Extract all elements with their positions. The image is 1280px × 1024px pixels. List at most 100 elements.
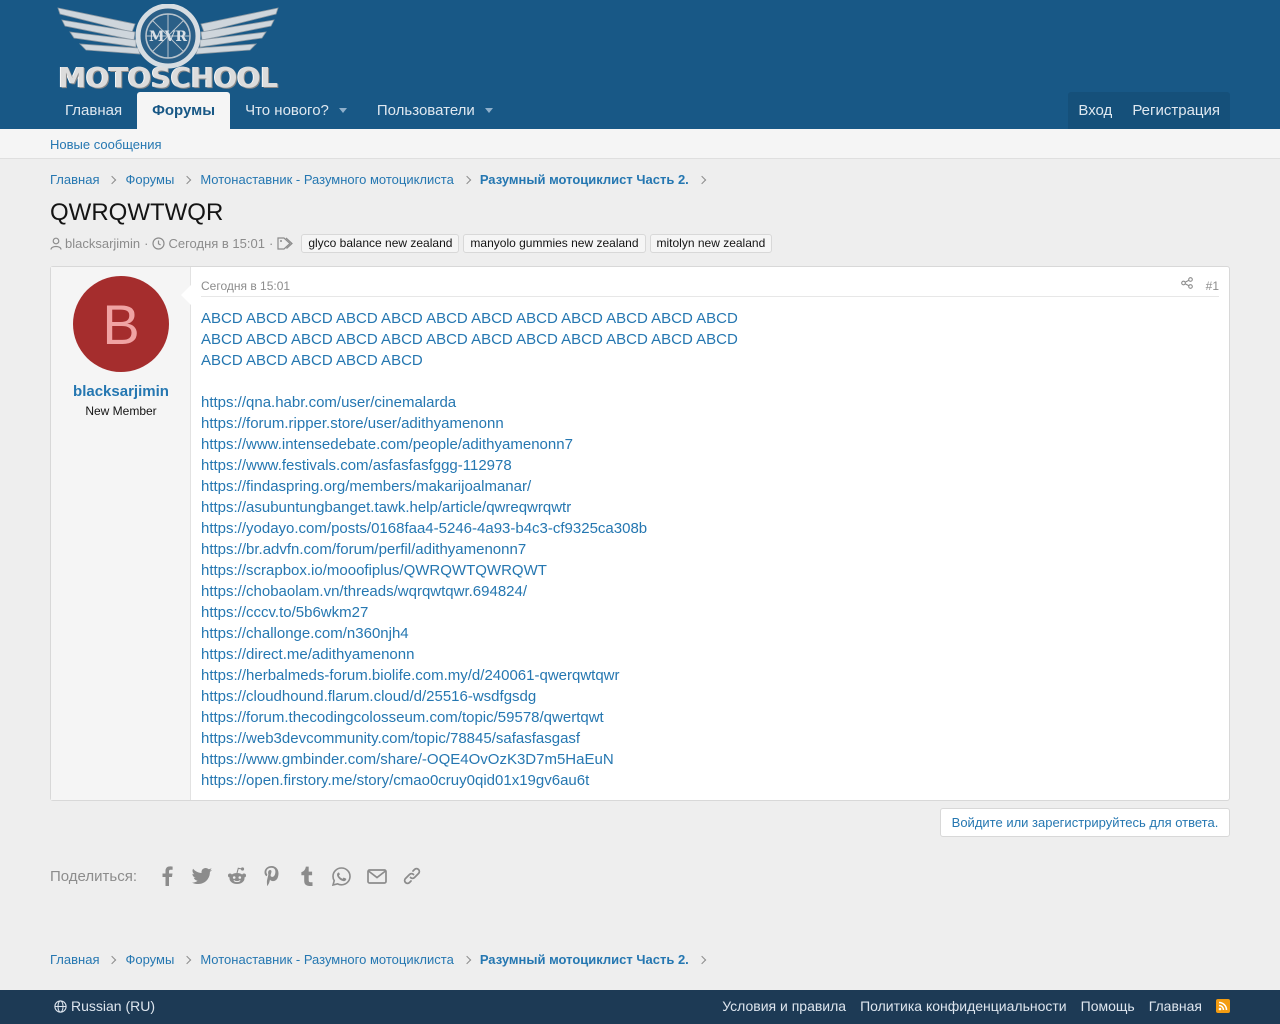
nav-tab-home[interactable]: Главная [50,92,137,129]
site-footer: Russian (RU) Условия и правила Политика … [0,990,1280,1024]
post-date[interactable]: Сегодня в 15:01 [201,279,290,293]
post-arrow [181,285,191,305]
chevron-right-icon [108,175,117,184]
thread-author-link[interactable]: blacksarjimin [65,236,140,251]
meta-separator: · [268,235,274,251]
thread-date-link[interactable]: Сегодня в 15:01 [168,236,264,251]
rss-icon[interactable] [1216,999,1230,1013]
nav-tab-users[interactable]: Пользователи [362,92,508,129]
post-link[interactable]: https://cloudhound.flarum.cloud/d/25516-… [201,686,1201,707]
pinterest-icon[interactable] [254,864,289,888]
nav-tab-forums-label: Форумы [152,102,216,119]
site-logo[interactable]: MVR MOTOSCHOOL [50,3,286,94]
post-link[interactable]: https://forum.ripper.store/user/adithyam… [201,413,1201,434]
meta-separator: · [144,235,149,251]
svg-text:MVR: MVR [149,29,187,45]
register-button[interactable]: Регистрация [1122,92,1230,129]
clock-icon [152,236,166,250]
user-icon [50,237,62,250]
breadcrumb: Главная Форумы Мотонаставник - Разумного… [50,172,715,187]
facebook-icon[interactable] [149,864,184,888]
footer-link-help[interactable]: Помощь [1081,998,1135,1014]
chevron-right-icon [462,955,472,964]
login-to-reply-button[interactable]: Войдите или зарегистрируйтесь для ответа… [940,808,1230,837]
tumblr-icon[interactable] [289,864,324,888]
thread-meta: blacksarjimin · Сегодня в 15:01 · glyco … [50,233,773,253]
post-body: ABCD ABCD ABCD ABCD ABCD ABCD ABCD ABCD … [201,308,1201,791]
whatsapp-icon[interactable] [324,864,359,888]
breadcrumb-category[interactable]: Мотонаставник - Разумного мотоциклиста [200,172,453,187]
chevron-right-icon [183,175,192,184]
post-link[interactable]: https://direct.me/adithyamenonn [201,644,1201,665]
nav-tab-forums[interactable]: Форумы [137,92,231,129]
language-chooser[interactable]: Russian (RU) [54,998,155,1014]
post-link[interactable]: https://qna.habr.com/user/cinemalarda [201,392,1201,413]
post-link[interactable]: https://web3devcommunity.com/topic/78845… [201,728,1201,749]
post-links: https://qna.habr.com/user/cinemalarda ht… [201,392,1201,791]
nav-tab-home-label: Главная [65,102,123,119]
share-icon[interactable] [1181,277,1193,292]
post-link[interactable]: https://www.intensedebate.com/people/adi… [201,434,1201,455]
link-icon[interactable] [394,864,429,888]
account-nav: Вход Регистрация [1068,92,1230,129]
footer-links: Условия и правила Политика конфиденциаль… [708,998,1230,1014]
breadcrumb-forums[interactable]: Форумы [125,172,174,187]
main-nav: Главная Форумы Что нового? Пользователи [50,92,508,129]
chevron-right-icon [183,955,192,964]
chevron-down-icon[interactable] [484,108,493,113]
post-link[interactable]: https://forum.thecodingcolosseum.com/top… [201,707,1201,728]
post-link[interactable]: https://chobaolam.vn/threads/wqrqwtqwr.6… [201,581,1201,602]
new-posts-link[interactable]: Новые сообщения [50,137,162,152]
post-number[interactable]: #1 [1206,279,1219,293]
language-label: Russian (RU) [71,998,156,1014]
post-link[interactable]: https://www.gmbinder.com/share/-OQE4OvOz… [201,749,1201,770]
user-title: New Member [85,404,157,418]
post-link[interactable]: https://challonge.com/n360njh4 [201,623,1201,644]
site-header: MVR MOTOSCHOOL Главная Форумы Что нового… [0,0,1280,129]
breadcrumb-home[interactable]: Главная [50,952,99,967]
nav-tab-whats-new[interactable]: Что нового? [230,92,362,129]
globe-icon [54,999,67,1013]
logo-text: MOTOSCHOOL [58,61,278,94]
post-link[interactable]: https://scrapbox.io/mooofiplus/QWRQWTQWR… [201,560,1201,581]
reddit-icon[interactable] [219,864,254,888]
share-label: Поделиться: [50,867,137,885]
tag-item[interactable]: glyco balance new zealand [301,233,460,253]
footer-link-home[interactable]: Главная [1149,998,1202,1014]
chevron-down-icon[interactable] [338,108,347,113]
email-icon[interactable] [359,864,394,888]
post-link[interactable]: https://www.festivals.com/asfasfasfggg-1… [201,455,1201,476]
post-link[interactable]: https://asubuntungbanget.tawk.help/artic… [201,497,1201,518]
chevron-right-icon [697,175,707,184]
avatar[interactable]: B [73,276,169,372]
post-link[interactable]: https://findaspring.org/members/makarijo… [201,476,1201,497]
login-button[interactable]: Вход [1068,92,1122,129]
breadcrumb-category[interactable]: Мотонаставник - Разумного мотоциклиста [200,952,453,967]
post-link[interactable]: https://yodayo.com/posts/0168faa4-5246-4… [201,518,1201,539]
chevron-right-icon [697,955,707,964]
tag-item[interactable]: mitolyn new zealand [649,233,773,253]
post-link[interactable]: https://herbalmeds-forum.biolife.com.my/… [201,665,1201,686]
breadcrumb-forum[interactable]: Разумный мотоциклист Часть 2. [480,172,689,187]
post-username[interactable]: blacksarjimin [51,383,191,400]
breadcrumb-bottom: Главная Форумы Мотонаставник - Разумного… [50,952,715,967]
footer-link-privacy[interactable]: Политика конфиденциальности [860,998,1067,1014]
post-link[interactable]: https://open.firstory.me/story/cmao0cruy… [201,770,1201,791]
nav-tab-users-label: Пользователи [376,102,475,119]
footer-link-terms[interactable]: Условия и правила [722,998,846,1014]
post-link[interactable]: https://br.advfn.com/forum/perfil/adithy… [201,539,1201,560]
nav-tab-whats-new-label: Что нового? [245,102,329,119]
breadcrumb-forums[interactable]: Форумы [125,952,174,967]
breadcrumb-forum[interactable]: Разумный мотоциклист Часть 2. [480,952,689,967]
share-bar: Поделиться: [50,864,429,888]
breadcrumb-home[interactable]: Главная [50,172,99,187]
sub-nav: Новые сообщения [0,129,1280,159]
post-message: B blacksarjimin New Member Сегодня в 15:… [50,266,1230,801]
tags-icon [277,236,294,250]
post-text: ABCD ABCD ABCD ABCD ABCD ABCD ABCD ABCD … [201,310,738,369]
tag-item[interactable]: manyolo gummies new zealand [463,233,646,253]
chevron-right-icon [108,955,117,964]
twitter-icon[interactable] [184,864,219,888]
post-link[interactable]: https://cccv.to/5b6wkm27 [201,602,1201,623]
post-header: Сегодня в 15:01 #1 [201,277,1219,297]
